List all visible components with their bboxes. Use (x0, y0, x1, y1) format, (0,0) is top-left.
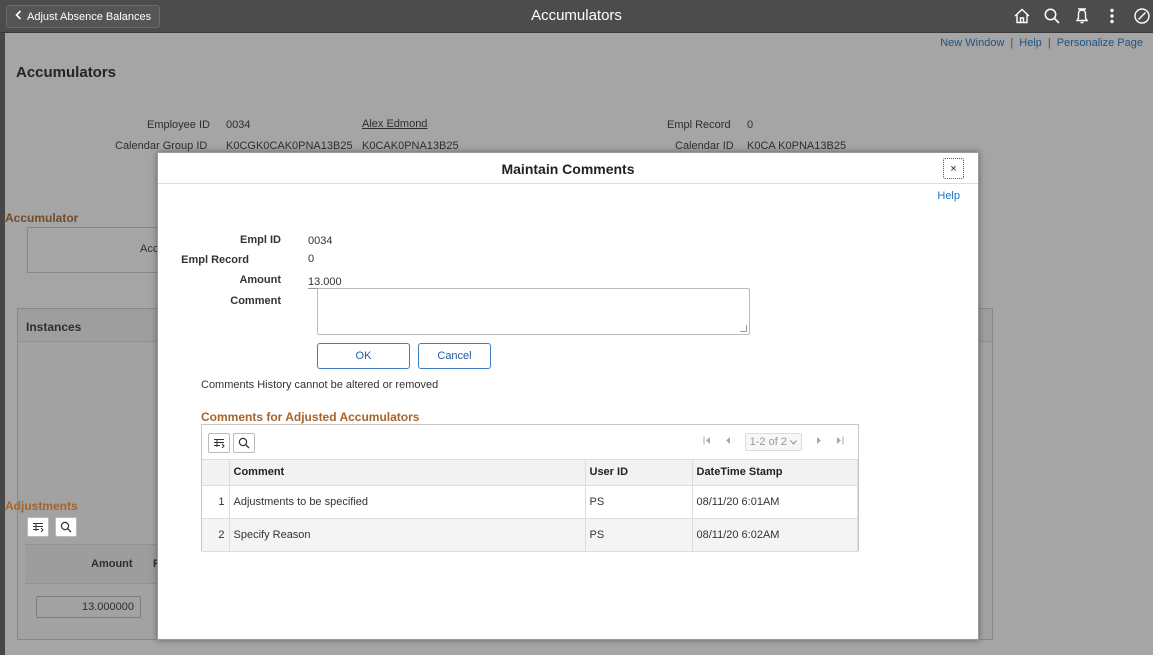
user-id-column-header: User ID (585, 460, 693, 486)
back-button-label: Adjust Absence Balances (27, 10, 152, 23)
user-id-cell: PS (585, 485, 693, 519)
maintain-comments-modal: Maintain Comments × Help Empl ID 0034 Em… (157, 152, 979, 640)
cancel-button[interactable]: Cancel (418, 343, 491, 369)
chevron-down-icon (790, 436, 797, 448)
notifications-icon[interactable] (1071, 5, 1093, 27)
comments-grid-title: Comments for Adjusted Accumulators (201, 410, 420, 424)
table-header-row: Comment User ID DateTime Stamp (202, 460, 858, 486)
empl-record-label: Empl Record (181, 254, 249, 266)
navbar-icon[interactable] (1131, 5, 1153, 27)
search-icon[interactable] (1041, 5, 1063, 27)
chevron-left-icon (15, 10, 22, 23)
page-select[interactable]: 1-2 of 2 (744, 433, 802, 451)
first-page-icon[interactable] (703, 436, 711, 448)
modal-header: Maintain Comments × (158, 153, 978, 184)
last-page-icon[interactable] (836, 436, 844, 448)
modal-title: Maintain Comments (501, 161, 635, 177)
comment-textarea[interactable] (317, 288, 750, 335)
table-row: 1 Adjustments to be specified PS 08/11/2… (202, 485, 858, 519)
grid-toolbar: 1-2 of 2 (202, 425, 858, 460)
adjustments-section-title: Adjustments (5, 499, 78, 513)
previous-page-icon[interactable] (725, 436, 731, 448)
resize-handle-icon[interactable] (740, 325, 747, 332)
personalize-grid-icon[interactable] (27, 517, 49, 537)
user-id-cell: PS (585, 518, 693, 552)
home-icon[interactable] (1011, 5, 1033, 27)
find-in-grid-icon[interactable] (233, 433, 255, 453)
close-button[interactable]: × (943, 158, 964, 179)
comments-history-note: Comments History cannot be altered or re… (201, 379, 439, 391)
amount-label: Amount (239, 274, 281, 286)
modal-help-link[interactable]: Help (937, 190, 960, 202)
row-number: 2 (202, 518, 230, 552)
next-page-icon[interactable] (816, 436, 822, 448)
ok-button[interactable]: OK (317, 343, 410, 369)
grid-pager: 1-2 of 2 (703, 433, 844, 451)
close-icon: × (950, 162, 957, 175)
datetime-stamp-column-header: DateTime Stamp (692, 460, 858, 486)
personalize-grid-icon[interactable] (208, 433, 230, 453)
comments-grid: 1-2 of 2 Comment User ID DateTime Stamp … (201, 424, 859, 552)
comments-table: Comment User ID DateTime Stamp 1 Adjustm… (202, 460, 858, 552)
empl-record-value: 0 (308, 253, 315, 265)
page-select-value: 1-2 of 2 (749, 436, 787, 448)
datetime-stamp-cell: 08/11/20 6:02AM (692, 518, 858, 552)
top-banner: Adjust Absence Balances Accumulators (0, 0, 1153, 33)
row-number: 1 (202, 485, 230, 519)
actions-menu-icon[interactable] (1101, 5, 1123, 27)
comment-cell: Adjustments to be specified (229, 485, 586, 519)
search-grid-icon[interactable] (55, 517, 77, 537)
back-button[interactable]: Adjust Absence Balances (6, 5, 161, 28)
comment-label: Comment (230, 295, 281, 307)
row-number-header (202, 460, 230, 486)
comment-column-header: Comment (229, 460, 586, 486)
empl-id-label: Empl ID (240, 234, 281, 246)
datetime-stamp-cell: 08/11/20 6:01AM (692, 485, 858, 519)
empl-id-value: 0034 (308, 235, 333, 247)
banner-title: Accumulators (531, 7, 622, 24)
comment-cell: Specify Reason (229, 518, 586, 552)
table-row: 2 Specify Reason PS 08/11/20 6:02AM (202, 518, 858, 552)
